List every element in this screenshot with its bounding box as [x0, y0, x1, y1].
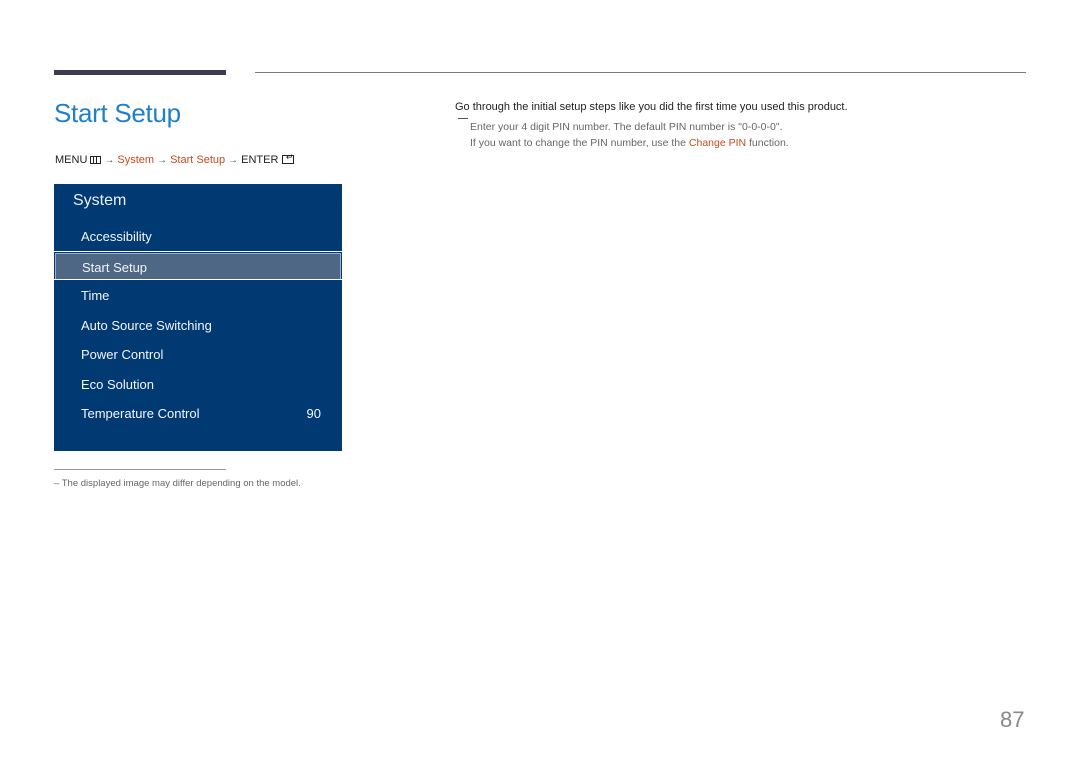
breadcrumb: MENU → System → Start Setup → ENTER: [55, 152, 295, 166]
menu-item-label: Time: [81, 288, 110, 303]
arrow-icon: →: [104, 155, 115, 166]
description-text: Go through the initial setup steps like …: [455, 101, 848, 113]
footnote: – The displayed image may differ dependi…: [54, 478, 301, 489]
page-number: 87: [1000, 707, 1025, 732]
menu-item-label: Power Control: [81, 347, 164, 362]
note-text: function.: [746, 137, 789, 149]
enter-icon: [282, 152, 295, 164]
menu-item-power-control[interactable]: Power Control: [54, 341, 342, 368]
change-pin-link: Change PIN: [688, 137, 747, 149]
divider: [54, 279, 342, 280]
menu-item-label: Auto Source Switching: [81, 318, 212, 333]
breadcrumb-start-setup: Start Setup: [170, 154, 226, 166]
menu-item-label: Temperature Control: [81, 406, 200, 421]
breadcrumb-menu: MENU: [55, 154, 88, 166]
divider: [54, 251, 342, 252]
temperature-value: 90: [306, 406, 321, 421]
arrow-icon: →: [228, 155, 239, 166]
menu-item-start-setup[interactable]: Start Setup: [55, 253, 341, 280]
footnote-divider: [54, 469, 226, 470]
menu-item-label: Accessibility: [81, 229, 152, 244]
note-line-1: Enter your 4 digit PIN number. The defau…: [470, 121, 783, 133]
menu-item-temperature-control[interactable]: Temperature Control 90: [54, 400, 342, 427]
menu-item-label: Eco Solution: [81, 377, 154, 392]
menu-item-accessibility[interactable]: Accessibility: [54, 223, 342, 250]
menu-item-time[interactable]: Time: [54, 282, 342, 309]
note-line-2: If you want to change the PIN number, us…: [470, 137, 789, 149]
note-text: If you want to change the PIN number, us…: [470, 137, 689, 149]
note-dash-icon: [458, 118, 468, 119]
menu-item-auto-source-switching[interactable]: Auto Source Switching: [54, 312, 342, 339]
menu-icon: [90, 156, 102, 164]
breadcrumb-enter: ENTER: [241, 154, 279, 166]
menu-item-eco-solution[interactable]: Eco Solution: [54, 371, 342, 398]
header-bar-accent: [54, 70, 226, 75]
page-title: Start Setup: [54, 98, 181, 128]
osd-menu-system: System Accessibility Start Setup Time Au…: [54, 184, 342, 451]
header-divider: [255, 72, 1026, 73]
breadcrumb-system: System: [117, 154, 155, 166]
arrow-icon: →: [157, 155, 168, 166]
osd-menu-title: System: [73, 192, 127, 209]
menu-item-label: Start Setup: [82, 260, 148, 275]
